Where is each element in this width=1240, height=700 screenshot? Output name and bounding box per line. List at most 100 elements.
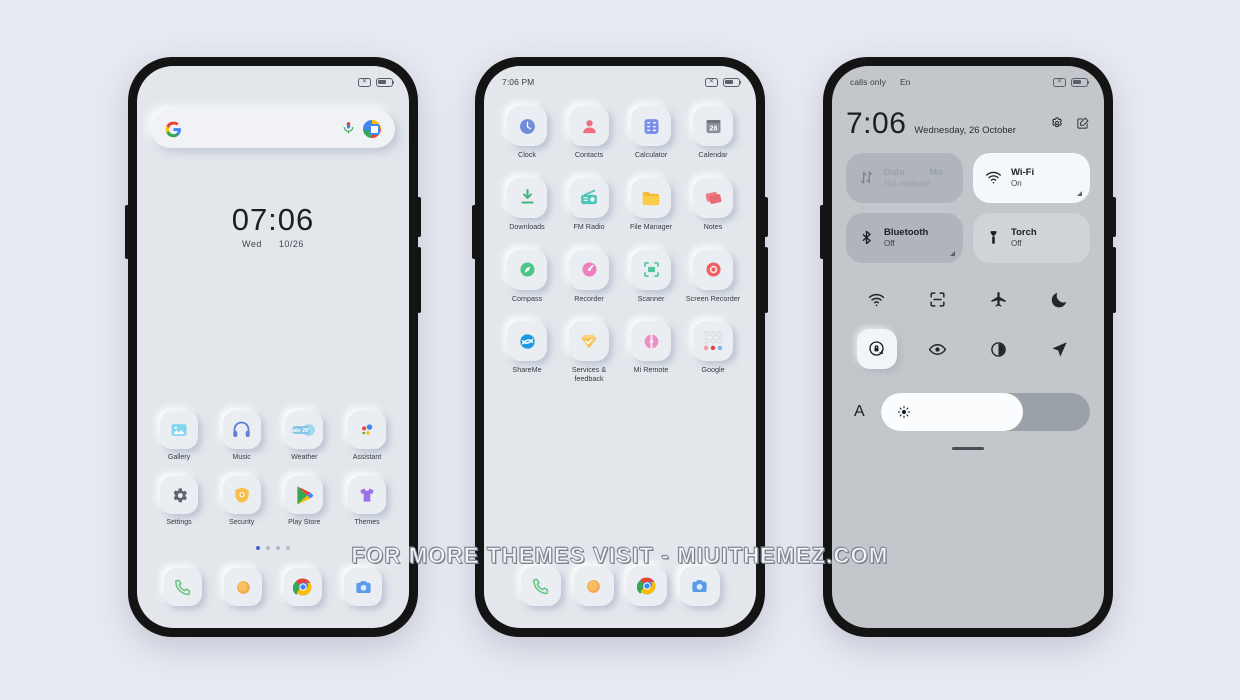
tile-torch[interactable]: Torch Off: [973, 212, 1090, 263]
recorder-icon: [569, 249, 609, 290]
app-calculator[interactable]: Calculator: [622, 106, 680, 160]
page-dot-active[interactable]: [256, 546, 260, 550]
app-downloads[interactable]: Downloads: [498, 177, 556, 232]
phone2-side-button[interactable]: [764, 247, 768, 313]
app-google-folder[interactable]: Google: [684, 321, 742, 384]
app-label: ShareMe: [512, 365, 542, 375]
messages-icon[interactable]: [224, 568, 262, 606]
phone1-screen: 07:06 Wed 10/26 Gallery: [137, 66, 409, 628]
phone1-home-body: 07:06 Wed 10/26 Gallery Music late 28° W…: [137, 92, 409, 628]
app-label: Calendar: [698, 150, 728, 159]
google-lens-icon[interactable]: [363, 120, 381, 138]
page-dot[interactable]: [276, 546, 280, 550]
google-g-icon: [165, 121, 182, 138]
app-contacts[interactable]: Contacts: [560, 106, 618, 160]
tile-bluetooth[interactable]: Bluetooth Off: [846, 212, 963, 263]
app-play-store[interactable]: Play Store: [276, 476, 332, 528]
phone1-side-button[interactable]: [417, 247, 421, 313]
drag-handle[interactable]: [952, 446, 984, 450]
assistant-icon: [347, 410, 386, 449]
page-dot[interactable]: [286, 546, 290, 550]
chrome-icon[interactable]: [284, 568, 322, 606]
downloads-icon: [507, 177, 547, 218]
tile-mobile-data[interactable]: Data Mo Not available: [846, 152, 963, 203]
app-label: Security: [229, 519, 255, 527]
tile-expand-corner[interactable]: [1077, 190, 1082, 196]
app-settings[interactable]: Settings: [151, 476, 207, 528]
contrast-icon[interactable]: [968, 329, 1029, 371]
phone-icon[interactable]: [164, 568, 202, 606]
app-mi-remote[interactable]: Mi Remote: [622, 321, 680, 384]
app-screen-recorder[interactable]: Screen Recorder: [684, 249, 742, 304]
app-themes[interactable]: Themes: [339, 476, 395, 528]
app-calendar[interactable]: 26 Calendar: [684, 106, 742, 160]
page-dot[interactable]: [266, 546, 270, 550]
fm-radio-icon: [569, 177, 609, 218]
app-gallery[interactable]: Gallery: [151, 410, 207, 463]
scanner-icon[interactable]: [907, 279, 968, 321]
tile-title: Wi-Fi: [1011, 166, 1035, 178]
settings-gear-icon: [160, 476, 198, 515]
location-icon[interactable]: [1029, 329, 1090, 371]
hotspot-icon[interactable]: [846, 279, 907, 321]
battery-icon: [376, 77, 395, 87]
app-compass[interactable]: Compass: [498, 249, 556, 304]
microphone-icon[interactable]: [342, 121, 355, 138]
camera-icon[interactable]: [344, 568, 382, 606]
airplane-mode-icon[interactable]: [968, 279, 1029, 321]
clock-date: 10/26: [278, 239, 304, 249]
phone-mockup-home: 07:06 Wed 10/26 Gallery: [125, 57, 421, 637]
app-fm-radio[interactable]: FM Radio: [560, 177, 618, 232]
brightness-sun-icon: [897, 405, 910, 418]
services-feedback-icon: [569, 321, 609, 362]
chrome-icon[interactable]: [626, 566, 667, 606]
phone2-dock: [508, 558, 732, 614]
camera-icon[interactable]: [679, 566, 720, 606]
app-label: Compass: [511, 293, 543, 303]
phone2-screen: 7:06 PM Clock: [484, 66, 756, 628]
screen-recorder-icon: [693, 249, 733, 290]
app-weather[interactable]: late 28° Weather: [276, 410, 332, 463]
tile-subtitle: Off: [1011, 239, 1022, 249]
app-label: Downloads: [509, 221, 545, 231]
app-row: ShareMe Services & feedback Mi Remote Go…: [498, 321, 742, 384]
dark-mode-moon-icon[interactable]: [1029, 279, 1090, 321]
tile-expand-corner[interactable]: [950, 250, 955, 256]
auto-rotate-lock-icon[interactable]: [856, 328, 897, 369]
mi-remote-icon: [631, 321, 671, 362]
google-search-bar[interactable]: [151, 110, 395, 148]
phone-icon[interactable]: [520, 566, 561, 606]
app-clock[interactable]: Clock: [498, 106, 556, 160]
app-assistant[interactable]: Assistant: [339, 410, 395, 463]
file-manager-icon: [631, 177, 671, 218]
app-music[interactable]: Music: [214, 410, 270, 463]
app-security[interactable]: Security: [214, 476, 270, 528]
auto-brightness-label[interactable]: A: [854, 403, 865, 421]
tile-subtitle: On: [1011, 179, 1022, 189]
app-services-feedback[interactable]: Services & feedback: [560, 321, 618, 384]
page-indicator[interactable]: [137, 546, 409, 550]
mute-icon: [705, 75, 718, 88]
app-shareme[interactable]: ShareMe: [498, 321, 556, 384]
app-row: Compass Recorder Scanner Screen Recorder: [498, 249, 742, 304]
clock-widget[interactable]: 07:06 Wed 10/26: [137, 204, 409, 249]
app-label: Gallery: [167, 453, 191, 461]
brightness-slider[interactable]: [880, 392, 1090, 431]
bluetooth-icon: [862, 230, 871, 245]
app-label: Screen Recorder: [685, 293, 741, 303]
music-icon: [222, 410, 261, 449]
app-file-manager[interactable]: File Manager: [622, 177, 680, 232]
app-row: Settings Security Play Store Themes: [151, 476, 395, 528]
app-label: Calculator: [634, 150, 668, 159]
reading-mode-eye-icon[interactable]: [907, 329, 968, 371]
app-recorder[interactable]: Recorder: [560, 249, 618, 304]
messages-icon[interactable]: [573, 566, 614, 606]
tile-subtitle: Off: [884, 239, 895, 249]
tile-wifi[interactable]: Wi-Fi On: [973, 152, 1090, 203]
app-scanner[interactable]: Scanner: [622, 249, 680, 304]
app-notes[interactable]: Notes: [684, 177, 742, 232]
edit-icon[interactable]: [1076, 116, 1090, 135]
phone3-side-button[interactable]: [1112, 247, 1116, 313]
settings-gear-icon[interactable]: [1050, 116, 1064, 135]
cc-time: 7:06: [846, 107, 907, 140]
